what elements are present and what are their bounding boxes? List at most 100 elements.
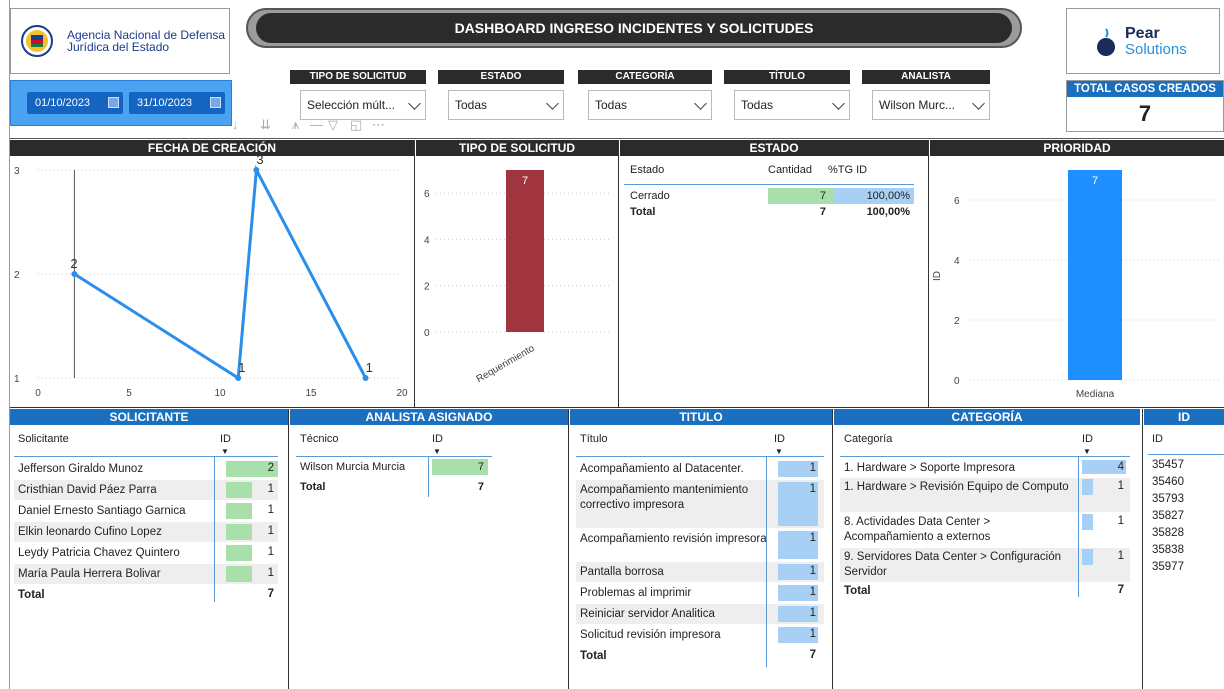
slicer-dropdown[interactable]: Wilson Murc... (872, 90, 990, 120)
focus-mode-icon[interactable]: ◱ (350, 117, 362, 133)
tipo-solicitud-chart[interactable]: 0 2 4 6 7 Requerimiento (416, 156, 618, 406)
pin-icon[interactable]: — (310, 117, 323, 132)
sort-desc-icon[interactable]: ▼ (221, 447, 229, 456)
data-label: 2 (70, 256, 77, 271)
data-point (71, 271, 78, 277)
bar-value-label: 7 (1092, 175, 1098, 187)
y-tick-label: 2 (954, 316, 960, 327)
analista-row-id: 7 (477, 461, 484, 473)
total-cases-value: 7 (1138, 101, 1152, 126)
categoria-col-id: ID (1082, 433, 1093, 445)
slicer-analista[interactable]: ANALISTA Wilson Murc... (862, 70, 990, 128)
estado-row-label: Cerrado (630, 190, 670, 202)
tipo-solicitud-panel: TIPO DE SOLICITUD 0 2 4 6 7 Requerimiento (416, 140, 618, 406)
calendar-icon[interactable] (210, 97, 221, 108)
date-from-field[interactable]: 01/10/2023 (27, 92, 123, 114)
calendar-icon[interactable] (108, 97, 119, 108)
table-row-name: Jefferson Giraldo Munoz (18, 463, 144, 475)
estado-total-pct: 100,00% (866, 206, 910, 218)
y-tick-label: 4 (954, 256, 960, 267)
sort-desc-icon[interactable]: ▼ (433, 447, 441, 456)
x-tick-label: 15 (305, 388, 317, 399)
hierarchy-icon[interactable]: ⩚ (292, 117, 299, 133)
pear-sub: Solutions (1125, 41, 1187, 58)
solicitante-col-name: Solicitante (18, 433, 69, 445)
sort-desc-icon[interactable]: ▼ (1083, 447, 1091, 456)
table-row-id: 1 (809, 586, 816, 598)
col-divider (766, 457, 767, 667)
pear-logo-icon (1097, 28, 1115, 56)
bar (506, 170, 544, 332)
table-row-id: 1 (1117, 515, 1124, 527)
row-separator (10, 407, 1224, 408)
titulo-col-id: ID (774, 433, 785, 445)
prioridad-chart[interactable]: 0 2 4 6 ID 7 Mediana (930, 156, 1224, 406)
total-cases-card: TOTAL CASOS CREADOS 7 (1066, 80, 1224, 132)
analista-total-id: 7 (477, 481, 484, 493)
estado-title: ESTADO (620, 140, 928, 156)
more-options-icon[interactable]: ⋯ (372, 117, 385, 133)
panel-divider (568, 409, 569, 689)
slicer-dropdown[interactable]: Todas (448, 90, 564, 120)
date-to-field[interactable]: 31/10/2023 (129, 92, 225, 114)
slicer-estado[interactable]: ESTADO Todas (438, 70, 564, 128)
header-underline (296, 456, 492, 457)
estado-panel: ESTADO Estado Cantidad %TG ID Cerrado 7 … (620, 140, 928, 406)
header-underline (1148, 454, 1224, 455)
total-label: Total (580, 650, 607, 662)
table-row-id: 1 (809, 565, 816, 577)
table-row-name: María Paula Herrera Bolivar (18, 568, 161, 580)
estado-total-label: Total (630, 206, 656, 218)
slicer-value: Selección múlt... (307, 98, 396, 112)
agency-name-line2: Jurídica del Estado (67, 40, 170, 54)
slicer-categoria[interactable]: CATEGORÍA Todas (578, 70, 712, 128)
date-range-slicer[interactable]: 01/10/2023 31/10/2023 (10, 80, 232, 126)
table-row-id: 1 (267, 567, 274, 579)
y-axis-title: ID (932, 271, 943, 281)
prioridad-panel: PRIORIDAD 0 2 4 6 ID 7 Mediana (930, 140, 1224, 406)
expand-next-level-icon[interactable]: ⇊ (260, 117, 271, 133)
data-label: 1 (366, 360, 373, 375)
table-row-id: 4 (1117, 461, 1124, 473)
fecha-creacion-title: FECHA DE CREACIÓN (10, 140, 414, 156)
chevron-down-icon[interactable] (832, 97, 845, 110)
estado-row-cantidad: 7 (819, 190, 826, 202)
chevron-down-icon[interactable] (408, 97, 421, 110)
slicer-label: ANALISTA (862, 70, 990, 84)
titulo-col-name: Título (580, 433, 608, 445)
visual-toolbar: ↓ ⇊ ⩚ — ▽ ◱ ⋯ (232, 117, 412, 133)
sort-desc-icon[interactable]: ▼ (775, 447, 783, 456)
table-row-name: Acompañamiento revisión impresora (580, 533, 767, 545)
analista-title: ANALISTA ASIGNADO (290, 409, 568, 425)
tipo-solicitud-title: TIPO DE SOLICITUD (416, 140, 618, 156)
slicer-dropdown[interactable]: Selección múlt... (300, 90, 426, 120)
table-row-id: 35838 (1152, 544, 1184, 556)
table-row-id: 35793 (1152, 493, 1184, 505)
chevron-down-icon[interactable] (972, 97, 985, 110)
table-row-id: 35828 (1152, 527, 1184, 539)
drill-down-icon[interactable]: ↓ (232, 117, 239, 132)
table-row-id: 1 (267, 546, 274, 558)
chevron-down-icon[interactable] (694, 97, 707, 110)
table-row-id: 1 (809, 462, 816, 474)
analista-panel: ANALISTA ASIGNADO Técnico ID ▼ Wilson Mu… (290, 409, 568, 689)
chevron-down-icon[interactable] (546, 97, 559, 110)
table-row-id: 1 (1117, 550, 1124, 562)
panel-divider (288, 409, 289, 689)
table-row-id: 1 (267, 525, 274, 537)
analista-total-label: Total (300, 481, 326, 493)
coat-of-arms-icon (21, 25, 53, 57)
y-tick-label: 6 (424, 189, 430, 200)
table-row-name: Pantalla borrosa (580, 566, 664, 578)
x-tick-label: 0 (35, 388, 41, 399)
filter-icon[interactable]: ▽ (328, 117, 338, 133)
y-tick-label: 2 (14, 270, 20, 281)
slicer-dropdown[interactable]: Todas (734, 90, 850, 120)
table-row-id: 2 (267, 462, 274, 474)
x-tick-label: 5 (126, 388, 132, 399)
id-title: ID (1144, 409, 1224, 425)
slicer-titulo[interactable]: TÍTULO Todas (724, 70, 850, 128)
slicer-dropdown[interactable]: Todas (588, 90, 712, 120)
fecha-creacion-chart[interactable]: 1 2 3 0 5 10 15 20 2 1 3 1 (10, 156, 414, 406)
id-table: 35457 35460 35793 35827 35828 35838 35977 (1152, 457, 1222, 617)
